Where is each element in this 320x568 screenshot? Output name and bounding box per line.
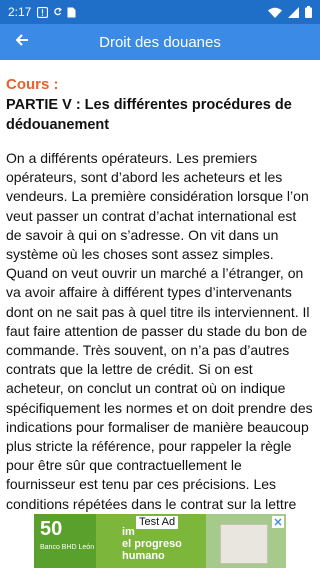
section-heading: PARTIE V : Les différentes procédures de… [6,97,292,133]
arrow-back-icon [15,33,29,52]
ad-banner[interactable]: 50 Banco BHD León im el progreso humano … [34,514,286,568]
wifi-icon [268,7,282,18]
ad-brand-panel: 50 Banco BHD León [34,514,96,568]
test-ad-label: Test Ad [136,516,179,529]
warning-icon [37,6,49,18]
status-time: 2:17 [8,5,32,19]
battery-icon [305,6,312,18]
sync-icon [53,6,63,18]
status-bar: 2:17 [0,0,320,24]
ad-slogan: im el progreso humano [122,526,182,562]
ad-slogan-line2: el progreso [122,538,182,550]
ad-big-number: 50 [40,518,63,540]
app-title: Droit des douanes [99,33,221,51]
cellular-icon [288,6,299,18]
ad-info-icon[interactable] [272,516,284,528]
building-image [220,524,268,564]
lesson-body-text: On a différents opérateurs. Les premiers… [6,150,313,512]
app-bar: Droit des douanes [0,24,320,60]
ad-slogan-line3: humano [122,550,165,562]
cours-label: Cours : [6,76,59,93]
sim-card-icon [67,7,76,18]
lesson-content[interactable]: Cours : PARTIE V : Les différentes procé… [6,76,314,512]
ad-bank-text: Banco BHD León [40,544,95,551]
back-button[interactable] [0,24,44,60]
